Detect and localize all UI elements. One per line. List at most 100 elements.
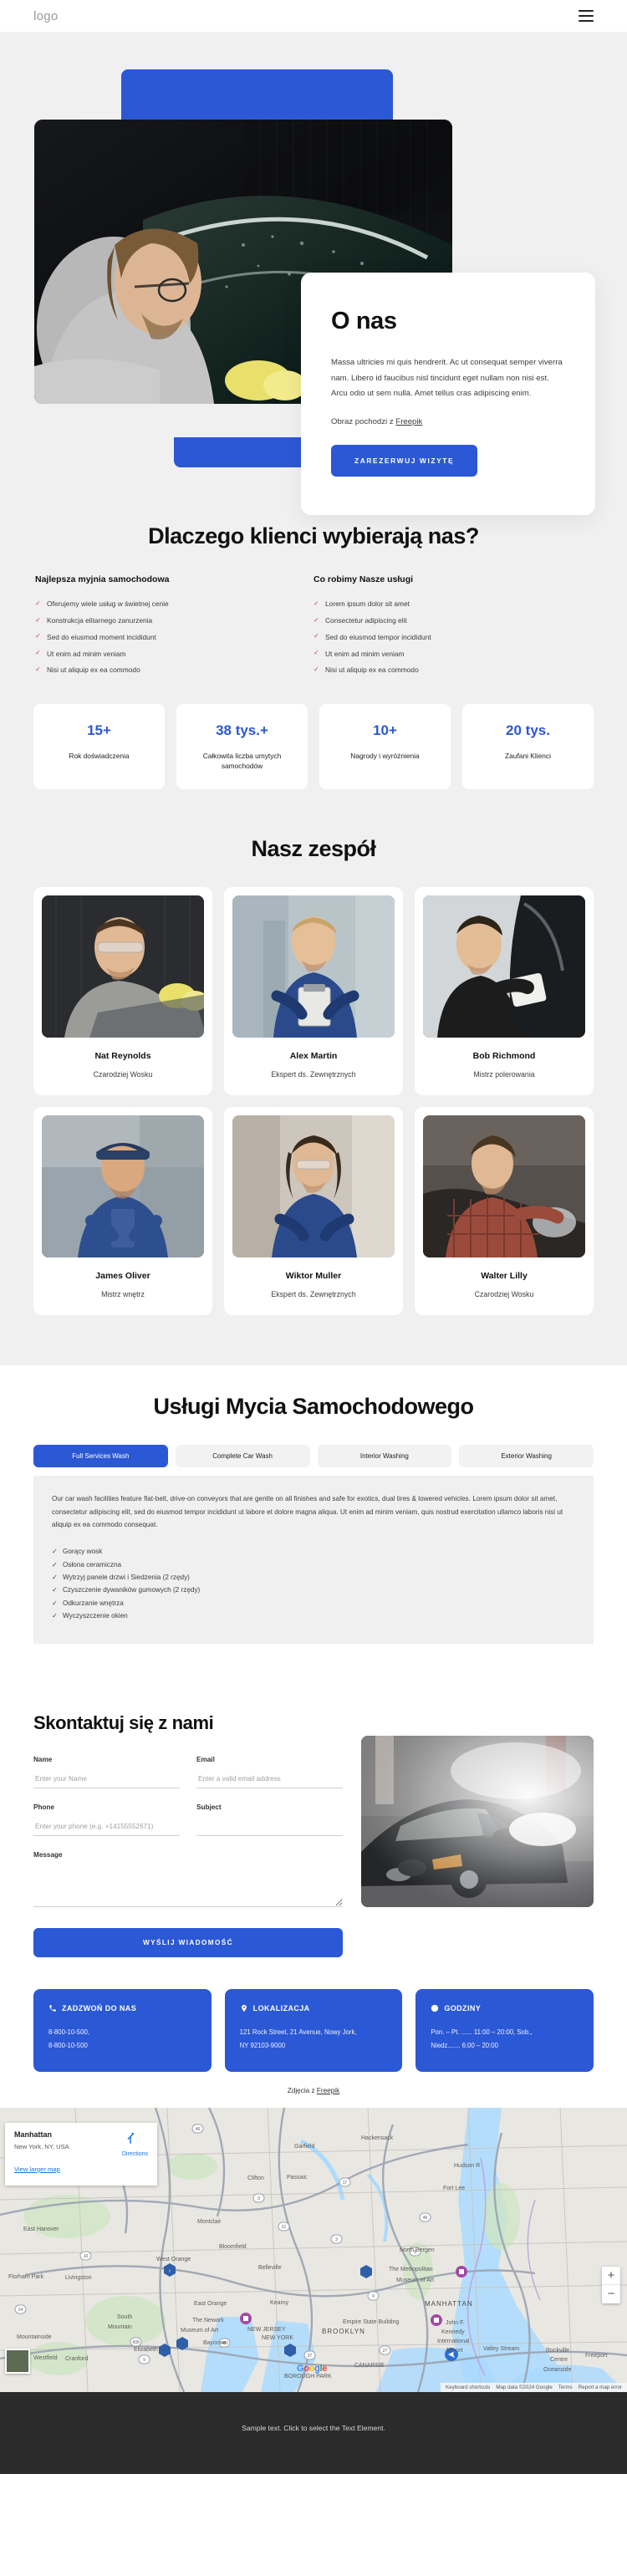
map-zoom-in-button[interactable]: + (602, 2267, 620, 2285)
info-card-title: GODZINY (444, 2004, 482, 2013)
map-place-label: Freeport (585, 2352, 608, 2359)
svg-text:17: 17 (343, 2181, 348, 2186)
team-member-role: Mistrz wnętrz (101, 1289, 145, 1298)
why-list-item: ✓ Nisi ut aliquip ex ea commodo (314, 662, 567, 679)
check-icon: ✓ (314, 632, 319, 640)
map-place-label: Kearny (270, 2299, 289, 2306)
site-header: logo (0, 0, 627, 32)
stat-value: 15+ (87, 722, 111, 738)
services-title: Usługi Mycia Samochodowego (153, 1393, 474, 1419)
map-place-label: Museum of Art (181, 2327, 219, 2334)
subject-input[interactable] (196, 1820, 343, 1837)
services-feature-item: ✓ Osłona ceramiczna (52, 1558, 575, 1571)
map-place-label: Fort Lee (443, 2185, 466, 2191)
message-textarea[interactable] (33, 1865, 343, 1908)
team-card: James Oliver Mistrz wnętrz (33, 1106, 212, 1315)
map-place-label: NEW YORK (262, 2334, 293, 2341)
message-label: Message (33, 1851, 63, 1859)
about-credit-link[interactable]: Freepik (395, 417, 422, 426)
map-place-label: MANHATTAN (425, 2299, 473, 2308)
map-place-label: North Bergen (400, 2247, 435, 2253)
contact-photo (361, 1736, 594, 1908)
map-zoom-out-button[interactable]: − (602, 2285, 620, 2303)
services-tab-panel: Our car wash facilities feature flat-bel… (33, 1475, 594, 1645)
map-place-label: Airport (446, 2347, 463, 2354)
svg-text:I: I (169, 2269, 170, 2274)
stat-value: 20 tys. (506, 722, 550, 738)
map-place-label: CANARSIE (354, 2362, 385, 2369)
map-keyboard-shortcuts[interactable]: Keyboard shortcuts (446, 2385, 490, 2390)
hero-section: O nas Massa ultricies mi quis hendrerit.… (0, 32, 627, 516)
send-message-button[interactable]: WYŚLIJ WIADOMOŚĆ (33, 1928, 343, 1958)
hamburger-menu-icon[interactable] (579, 10, 594, 22)
why-list-item: ✓ Nisi ut aliquip ex ea commodo (35, 662, 288, 679)
map-place-label: Valley Stream (483, 2345, 520, 2352)
svg-text:21: 21 (282, 2225, 287, 2230)
view-larger-map-link[interactable]: View larger map (14, 2165, 60, 2173)
map-report-error-link[interactable]: Report a map error (579, 2385, 622, 2390)
map-directions-button[interactable]: Directions (122, 2130, 148, 2176)
about-credit-prefix: Obraz pochodzi z (331, 417, 396, 427)
why-list-item-label: Ut enim ad minim veniam (325, 649, 405, 658)
team-member-name: Bob Richmond (472, 1050, 536, 1061)
tab-full-services-wash[interactable]: Full Services Wash (33, 1444, 168, 1467)
map-place-label: Hackensack (361, 2135, 394, 2141)
team-card: Alex Martin Ekspert ds. Zewnętrznych (224, 886, 403, 1095)
team-photo (232, 1115, 395, 1257)
footer-sample-text[interactable]: Sample text. Click to select the Text El… (242, 2424, 385, 2432)
check-icon: ✓ (314, 665, 319, 673)
subject-label: Subject (196, 1803, 222, 1812)
why-column-right: Co robimy Nasze usługi ✓ Lorem ipsum dolo… (314, 574, 592, 679)
info-card-location: LOKALIZACJA 121 Rock Street, 21 Avenue, … (224, 1989, 403, 2072)
why-title: Dlaczego klienci wybierają nas? (148, 523, 479, 548)
email-label: Email (196, 1756, 215, 1764)
svg-text:9: 9 (372, 2294, 375, 2299)
tab-exterior-washing[interactable]: Exterior Washing (459, 1444, 594, 1467)
team-photo (42, 895, 204, 1038)
why-list-item-label: Oferujemy wiele usług w świetnej cenie (47, 599, 169, 609)
check-icon: ✓ (52, 1586, 58, 1594)
logo[interactable]: logo (33, 9, 59, 23)
email-input[interactable] (196, 1773, 343, 1789)
check-icon: ✓ (52, 1599, 58, 1607)
map-street-view-thumbnail[interactable] (5, 2348, 30, 2374)
why-list-item: ✓ Ut enim ad minim veniam (35, 645, 288, 662)
about-title: O nas (331, 308, 397, 334)
map-place-label: Elizabeth (134, 2346, 158, 2353)
why-list-item-label: Nisi ut aliquip ex ea commodo (325, 666, 419, 675)
map-place-label: Livingston (65, 2274, 92, 2281)
contact-photo-image (361, 1736, 594, 1908)
about-card: O nas Massa ultricies mi quis hendrerit.… (301, 273, 595, 516)
book-appointment-button[interactable]: ZAREZERWUJ WIZYTĘ (331, 445, 478, 477)
name-field-group: Name (33, 1756, 180, 1789)
map-card-title: Manhattan (14, 2130, 52, 2139)
services-tabs: Full Services Wash Complete Car Wash Int… (33, 1444, 594, 1467)
contact-photo-wrapper (361, 1712, 594, 1957)
info-card-line2: Niedz....... 6:00 – 20:00 (431, 2041, 498, 2049)
services-feature-item: ✓ Odkurzanie wnętrza (52, 1597, 575, 1609)
directions-label: Directions (121, 2150, 148, 2157)
tab-interior-washing[interactable]: Interior Washing (317, 1444, 452, 1467)
google-logo: Google (297, 2364, 327, 2374)
name-input[interactable] (33, 1773, 180, 1789)
info-card-body: 8-800-10-500, 8-800-10-500 (48, 2026, 196, 2051)
team-photo (423, 895, 585, 1038)
map-section[interactable]: 46 17 3 21 3 46 9 10 9 24 439 440 9 27 2… (0, 2107, 627, 2392)
svg-text:3: 3 (335, 2237, 338, 2242)
map-info-card[interactable]: Manhattan New York, NY, USA View larger … (5, 2122, 157, 2186)
map-place-label: John F. (446, 2319, 465, 2326)
check-icon: ✓ (314, 599, 319, 607)
photos-credit-link[interactable]: Freepik (317, 2087, 339, 2094)
why-list-item-label: Konstrukcja elitarnego zanurzenia (47, 616, 153, 625)
map-terms-link[interactable]: Terms (558, 2385, 573, 2390)
phone-input[interactable] (33, 1820, 180, 1837)
team-card: Bob Richmond Mistrz polerowania (415, 886, 594, 1095)
check-icon: ✓ (52, 1612, 58, 1620)
map-zoom-controls[interactable]: + − (602, 2266, 620, 2303)
map-place-label: Mountain (108, 2324, 132, 2330)
map-place-label: Garfield (294, 2143, 315, 2150)
tab-complete-car-wash[interactable]: Complete Car Wash (175, 1444, 310, 1467)
contact-field-row: Name Email (33, 1756, 343, 1789)
svg-text:46: 46 (423, 2216, 428, 2221)
svg-text:27: 27 (308, 2354, 313, 2359)
